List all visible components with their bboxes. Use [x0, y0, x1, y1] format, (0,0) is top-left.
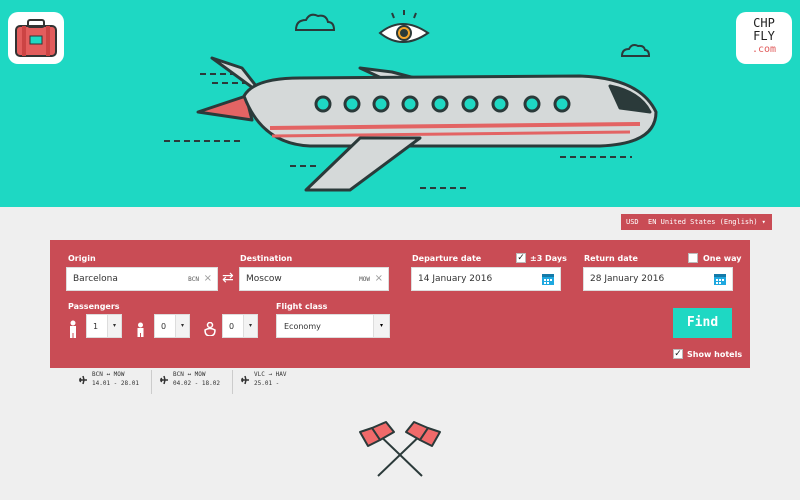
- language-label: EN United States (English): [648, 218, 758, 226]
- chevron-down-icon: ▾: [761, 218, 766, 226]
- adults-stepper[interactable]: 1 ▾: [86, 314, 122, 338]
- one-way-checkbox[interactable]: [688, 253, 698, 263]
- return-date-input[interactable]: 28 January 2016: [583, 267, 733, 291]
- currency-selector[interactable]: USD: [621, 214, 644, 230]
- destination-code: MOW: [359, 276, 370, 283]
- chevron-down-icon: ▾: [107, 315, 121, 337]
- recent-dates: 14.01 - 28.01: [92, 380, 139, 387]
- chevron-down-icon: ▾: [175, 315, 189, 337]
- destination-input[interactable]: Moscow MOW ×: [239, 267, 389, 291]
- recent-dates: 25.01 -: [254, 380, 280, 387]
- origin-code: BCN: [188, 276, 199, 283]
- origin-label: Origin: [68, 254, 96, 263]
- clear-origin-icon[interactable]: ×: [204, 273, 212, 284]
- destination-value: Moscow: [246, 274, 282, 284]
- adult-icon: [70, 320, 76, 338]
- recent-route: VLC → HAV: [254, 371, 287, 378]
- return-label: Return date: [584, 254, 638, 263]
- cloud-icon: [294, 13, 651, 57]
- child-icon: [137, 322, 144, 337]
- flex-days-label: ±3 Days: [530, 254, 567, 263]
- infants-value: 0: [229, 322, 235, 331]
- recent-route: BCN ↔ MOW: [92, 371, 125, 378]
- plane-windows: [314, 95, 571, 113]
- calendar-icon[interactable]: [713, 272, 727, 286]
- destination-label: Destination: [240, 254, 293, 263]
- plane-icon: [196, 56, 658, 192]
- search-form: Origin Barcelona BCN × ⇄ Destination Mos…: [50, 240, 750, 368]
- passengers-label: Passengers: [68, 302, 120, 311]
- departure-value: 14 January 2016: [418, 274, 493, 284]
- show-hotels-checkbox[interactable]: ✓: [673, 349, 683, 359]
- swap-icon[interactable]: ⇄: [222, 270, 234, 286]
- language-selector[interactable]: EN United States (English) ▾: [642, 214, 772, 230]
- adults-value: 1: [93, 322, 99, 331]
- chevron-down-icon: ▾: [373, 315, 389, 337]
- flight-class-value: Economy: [284, 322, 321, 331]
- infant-icon: [204, 322, 216, 336]
- plane-icon: [241, 375, 249, 385]
- plane-icon: [79, 375, 87, 385]
- children-value: 0: [161, 322, 167, 331]
- flags-icon: [359, 421, 441, 477]
- divider: [151, 370, 152, 394]
- chevron-down-icon: ▾: [243, 315, 257, 337]
- eye-icon: [378, 10, 430, 43]
- flex-days-checkbox[interactable]: ✓: [516, 253, 526, 263]
- find-button[interactable]: Find: [673, 308, 732, 338]
- plane-illustration: [164, 10, 658, 192]
- clear-destination-icon[interactable]: ×: [375, 273, 383, 284]
- recent-dates: 04.02 - 18.02: [173, 380, 220, 387]
- flight-class-label: Flight class: [276, 302, 328, 311]
- origin-value: Barcelona: [73, 274, 118, 284]
- one-way-label: One way: [703, 254, 742, 263]
- origin-input[interactable]: Barcelona BCN ×: [66, 267, 218, 291]
- departure-label: Departure date: [412, 254, 482, 263]
- children-stepper[interactable]: 0 ▾: [154, 314, 190, 338]
- calendar-icon[interactable]: [541, 272, 555, 286]
- show-hotels-label: Show hotels: [687, 350, 743, 359]
- departure-date-input[interactable]: 14 January 2016: [411, 267, 561, 291]
- divider: [232, 370, 233, 394]
- plane-icon: [160, 375, 168, 385]
- infants-stepper[interactable]: 0 ▾: [222, 314, 258, 338]
- flight-class-select[interactable]: Economy ▾: [276, 314, 390, 338]
- recent-route: BCN ↔ MOW: [173, 371, 206, 378]
- hero-banner: CHP FLY .com: [0, 0, 800, 207]
- return-value: 28 January 2016: [590, 274, 665, 284]
